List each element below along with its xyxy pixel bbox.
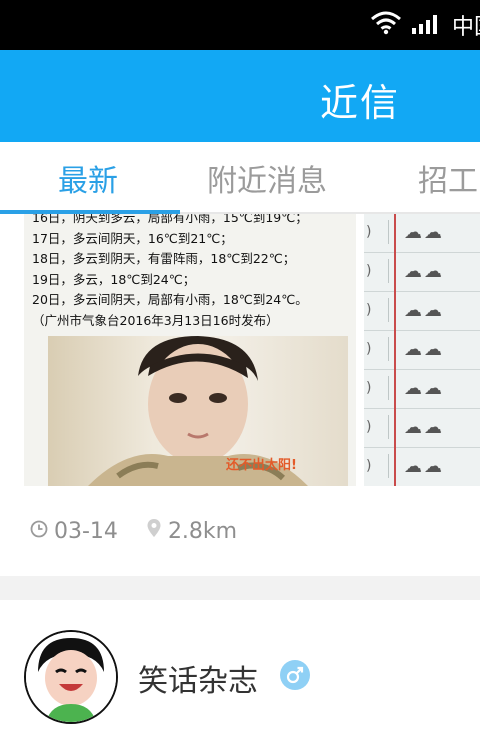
post-meta: 03-14 2.8km xyxy=(30,515,265,547)
clock-icon xyxy=(30,519,54,544)
weather-table: ) ☁☁ ) ☁☁ ) ☁☁ ) ☁☁ ) ☁☁ ) ☁☁ ) ☁☁ xyxy=(364,214,480,486)
weather-line: 17日，多云间阴天，16℃到21℃； xyxy=(32,230,233,246)
cloud-icon: ☁☁ xyxy=(404,339,444,360)
tab-latest[interactable]: 最新 xyxy=(58,156,118,200)
author-row[interactable]: 笑话杂志 xyxy=(0,600,480,745)
weather-line: （广州市气象台2016年3月13日16时发布） xyxy=(32,312,279,328)
post-image-weather-meme[interactable]: 16日，阴天到多云，局部有小雨，15℃到19℃； 17日，多云间阴天，16℃到2… xyxy=(24,214,356,486)
wifi-icon xyxy=(370,11,402,39)
avatar[interactable] xyxy=(24,630,118,724)
male-gender-icon xyxy=(280,660,310,690)
carrier-label: 中国 xyxy=(452,15,480,40)
signal-icon xyxy=(412,12,442,38)
cloud-icon: ☁☁ xyxy=(404,378,444,399)
table-border xyxy=(394,214,396,486)
post-distance-text: 2.8km xyxy=(167,518,238,544)
post-images: 16日，阴天到多云，局部有小雨，15℃到19℃； 17日，多云间阴天，16℃到2… xyxy=(0,214,480,486)
tab-nearby[interactable]: 附近消息 xyxy=(207,156,327,200)
weather-line: 20日，多云间阴天，局部有小雨，18℃到24℃。 xyxy=(32,292,308,307)
weather-line: 16日，阴天到多云，局部有小雨，15℃到19℃； xyxy=(32,214,308,225)
cloud-icon: ☁☁ xyxy=(404,456,444,477)
weather-line: 18日，多云到阴天，有雷阵雨，18℃到22℃； xyxy=(32,251,296,266)
post-date-text: 03-14 xyxy=(54,518,118,544)
cloud-icon: ☁☁ xyxy=(404,261,444,282)
post-image-weather-table[interactable]: ) ☁☁ ) ☁☁ ) ☁☁ ) ☁☁ ) ☁☁ ) ☁☁ ) ☁☁ xyxy=(364,214,480,486)
post-date: 03-14 xyxy=(30,519,118,544)
tab-bar: 最新 附近消息 招工 xyxy=(0,142,480,214)
cloud-icon: ☁☁ xyxy=(404,417,444,438)
photo-caption: 还不出太阳! xyxy=(226,458,297,473)
location-pin-icon xyxy=(146,518,168,544)
weather-forecast-text: 16日，阴天到多云，局部有小雨，15℃到19℃； 17日，多云间阴天，16℃到2… xyxy=(32,214,352,331)
tab-jobs[interactable]: 招工 xyxy=(418,156,478,200)
portrait-illustration xyxy=(88,336,308,486)
app-bar: 近信 xyxy=(0,50,480,142)
post-distance: 2.8km xyxy=(146,518,237,544)
app-title: 近信 xyxy=(320,81,401,125)
author-name[interactable]: 笑话杂志 xyxy=(138,656,258,700)
portrait-photo: 还不出太阳! xyxy=(48,336,348,486)
status-bar: 中国 xyxy=(0,0,480,50)
cloud-icon: ☁☁ xyxy=(404,300,444,321)
section-divider xyxy=(0,576,480,600)
weather-line: 19日，多云，18℃到24℃； xyxy=(32,271,196,287)
cloud-icon: ☁☁ xyxy=(404,222,444,243)
